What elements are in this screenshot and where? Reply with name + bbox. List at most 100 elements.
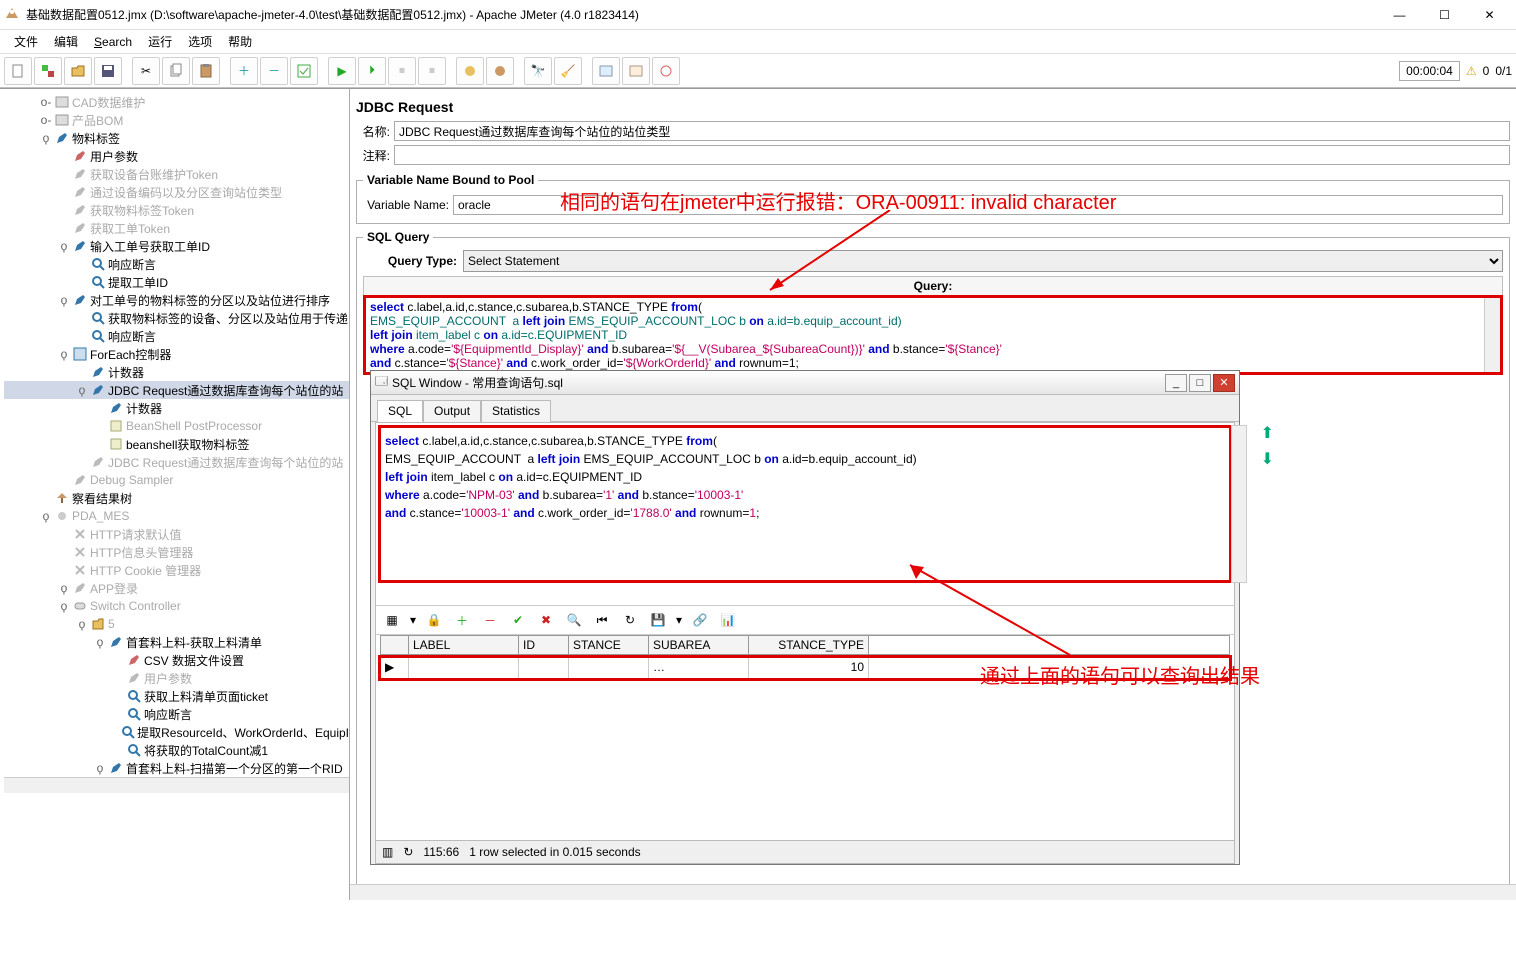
tree-item[interactable]: beanshell获取物料标签 xyxy=(4,435,349,453)
menu-search[interactable]: Search xyxy=(88,33,138,51)
maximize-button[interactable]: ☐ xyxy=(1422,1,1467,29)
sqlwin-close[interactable]: ✕ xyxy=(1213,374,1235,392)
tree-item[interactable]: 用户参数 xyxy=(4,147,349,165)
tree-item[interactable]: Debug Sampler xyxy=(4,471,349,489)
tree-item[interactable]: HTTP请求默认值 xyxy=(4,525,349,543)
toggle-icon[interactable] xyxy=(290,57,318,85)
tree-item[interactable]: 将获取的TotalCount减1 xyxy=(4,741,349,759)
tree-item[interactable]: 获取物料标签的设备、分区以及站位用于传递 xyxy=(4,309,349,327)
menu-file[interactable]: 文件 xyxy=(8,31,44,52)
tree-item[interactable]: 提取ResourceId、WorkOrderId、EquipI xyxy=(4,723,349,741)
grid-header-cell[interactable]: ID xyxy=(519,636,569,654)
comment-field[interactable] xyxy=(394,145,1510,165)
menu-edit[interactable]: 编辑 xyxy=(48,31,84,52)
open-icon[interactable] xyxy=(64,57,92,85)
copy-icon[interactable] xyxy=(162,57,190,85)
grid-cell[interactable]: … xyxy=(649,658,749,678)
grid-header-cell[interactable]: LABEL xyxy=(409,636,519,654)
tree-handle-icon[interactable]: ϙ xyxy=(94,761,106,775)
grid-cell[interactable] xyxy=(519,658,569,678)
refresh-icon[interactable]: ↻ xyxy=(620,610,640,630)
expand-icon[interactable]: ＋ xyxy=(230,57,258,85)
tree-item[interactable]: 获取上料清单页面ticket xyxy=(4,687,349,705)
stop-icon[interactable]: ⏹ xyxy=(388,57,416,85)
horizontal-scrollbar[interactable] xyxy=(350,884,1516,900)
remote-stop-icon[interactable] xyxy=(486,57,514,85)
grid-header-cell[interactable]: SUBAREA xyxy=(649,636,749,654)
clear-all-icon[interactable]: 🧹 xyxy=(554,57,582,85)
grid-header-cell[interactable] xyxy=(381,636,409,654)
function-helper-icon[interactable] xyxy=(592,57,620,85)
start-icon[interactable]: ▶ xyxy=(328,57,356,85)
grid-cell[interactable] xyxy=(409,658,519,678)
tree-item[interactable]: JDBC Request通过数据库查询每个站位的站 xyxy=(4,453,349,471)
query-textarea[interactable]: select c.label,a.id,c.stance,c.subarea,b… xyxy=(363,295,1503,375)
var-name-field[interactable] xyxy=(453,195,1503,215)
add-icon[interactable]: ＋ xyxy=(452,610,472,630)
tree-item[interactable]: CSV 数据文件设置 xyxy=(4,651,349,669)
menu-help[interactable]: 帮助 xyxy=(222,31,258,52)
tree-item[interactable]: 通过设备编码以及分区查询站位类型 xyxy=(4,183,349,201)
tree-item[interactable]: HTTP Cookie 管理器 xyxy=(4,561,349,579)
tree-handle-icon[interactable]: ϙ xyxy=(40,131,52,145)
menu-options[interactable]: 选项 xyxy=(182,31,218,52)
sqlwin-titlebar[interactable]: 🗔 SQL Window - 常用查询语句.sql _ □ ✕ xyxy=(371,371,1239,395)
link-icon[interactable]: 🔗 xyxy=(690,610,710,630)
tree-item[interactable]: ϙAPP登录 xyxy=(4,579,349,597)
tree-handle-icon[interactable]: ϙ xyxy=(58,239,70,253)
tree-item[interactable]: ϙSwitch Controller xyxy=(4,597,349,615)
sqlwin-editor[interactable]: select c.label,a.id,c.stance,c.subarea,b… xyxy=(378,425,1232,583)
nav-down-icon[interactable]: ⬇ xyxy=(1261,449,1274,469)
tree-item[interactable]: ϙ输入工单号获取工单ID xyxy=(4,237,349,255)
lock-icon[interactable]: 🔒 xyxy=(424,610,444,630)
grid-row[interactable]: ▶…10 xyxy=(381,658,1229,678)
grid-header-cell[interactable]: STANCE_TYPE xyxy=(749,636,869,654)
sqlwin-maximize[interactable]: □ xyxy=(1189,374,1211,392)
scrollbar[interactable] xyxy=(1231,425,1247,583)
tree-item[interactable]: o-产品BOM xyxy=(4,111,349,129)
tab-output[interactable]: Output xyxy=(423,400,481,422)
tree-item[interactable]: BeanShell PostProcessor xyxy=(4,417,349,435)
tree-handle-icon[interactable]: ϙ xyxy=(58,293,70,307)
tree-item[interactable]: 响应断言 xyxy=(4,255,349,273)
paste-icon[interactable] xyxy=(192,57,220,85)
grid-icon[interactable]: ▦ xyxy=(382,610,402,630)
tree-item[interactable]: ϙJDBC Request通过数据库查询每个站位的站 xyxy=(4,381,349,399)
tree-item[interactable]: 获取工单Token xyxy=(4,219,349,237)
tree-handle-icon[interactable]: o- xyxy=(40,95,52,109)
collapse-icon[interactable]: － xyxy=(260,57,288,85)
query-type-select[interactable]: Select Statement xyxy=(463,250,1503,272)
grid-cell[interactable]: 10 xyxy=(749,658,869,678)
warning-icon[interactable]: ⚠ xyxy=(1466,64,1477,78)
tree-handle-icon[interactable]: ϙ xyxy=(40,509,52,523)
tree-item[interactable]: 察看结果树 xyxy=(4,489,349,507)
commit-icon[interactable]: ✔ xyxy=(508,610,528,630)
export-icon[interactable]: 💾 xyxy=(648,610,668,630)
test-plan-tree[interactable]: o-CAD数据维护o-产品BOMϙ物料标签用户参数获取设备台账维护Token通过… xyxy=(0,89,350,900)
tree-item[interactable]: 用户参数 xyxy=(4,669,349,687)
tree-item[interactable]: 计数器 xyxy=(4,399,349,417)
tree-item[interactable]: ϙ5 xyxy=(4,615,349,633)
scrollbar[interactable] xyxy=(1484,298,1500,372)
tree-handle-icon[interactable]: ϙ xyxy=(76,383,88,397)
tree-item[interactable]: o-CAD数据维护 xyxy=(4,93,349,111)
tree-handle-icon[interactable]: ϙ xyxy=(94,635,106,649)
tree-item[interactable]: ϙ首套料上料-扫描第一个分区的第一个RID xyxy=(4,759,349,777)
rollback-icon[interactable]: ✖ xyxy=(536,610,556,630)
first-icon[interactable]: ⏮ xyxy=(592,610,612,630)
tree-item[interactable]: ϙ首套料上料-获取上料清单 xyxy=(4,633,349,651)
tab-statistics[interactable]: Statistics xyxy=(481,400,551,422)
close-button[interactable]: ✕ xyxy=(1467,1,1512,29)
about-icon[interactable] xyxy=(652,57,680,85)
start-no-timers-icon[interactable]: ⏵ xyxy=(358,57,386,85)
horizontal-scrollbar[interactable] xyxy=(4,777,349,793)
name-field[interactable] xyxy=(394,121,1510,141)
tree-item[interactable]: 响应断言 xyxy=(4,327,349,345)
tree-item[interactable]: 计数器 xyxy=(4,363,349,381)
nav-up-icon[interactable]: ⬆ xyxy=(1261,423,1274,443)
sql-window[interactable]: 🗔 SQL Window - 常用查询语句.sql _ □ ✕ SQL Outp… xyxy=(370,370,1240,865)
tree-handle-icon[interactable]: ϙ xyxy=(58,581,70,595)
save-icon[interactable] xyxy=(94,57,122,85)
tree-item[interactable]: ϙPDA_MES xyxy=(4,507,349,525)
remove-icon[interactable]: － xyxy=(480,610,500,630)
